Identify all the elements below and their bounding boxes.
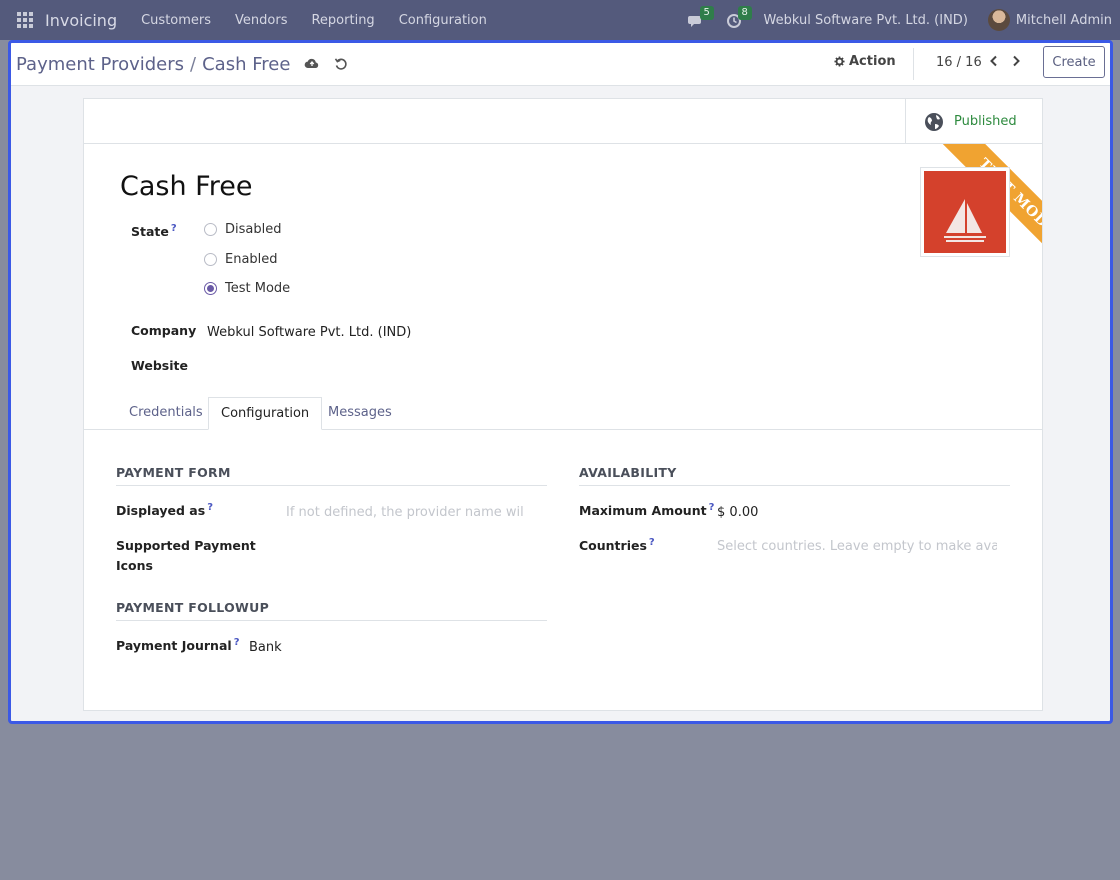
state-option-enabled-label: Enabled (225, 252, 278, 267)
state-help-icon[interactable]: ? (171, 223, 177, 234)
pager-next-icon[interactable] (1011, 55, 1021, 71)
state-option-test-mode[interactable]: Test Mode (204, 281, 290, 296)
globe-icon (925, 112, 943, 131)
discard-undo-icon[interactable] (334, 57, 348, 71)
payment-journal-help-icon[interactable]: ? (234, 637, 240, 648)
button-box: Published (84, 99, 1042, 144)
displayed-as-input[interactable]: If not defined, the provider name will b… (286, 505, 524, 520)
website-label: Website (131, 358, 188, 373)
displayed-as-help-icon[interactable]: ? (207, 502, 213, 513)
state-option-test-mode-label: Test Mode (225, 281, 291, 296)
breadcrumb: Payment Providers / Cash Free (16, 54, 348, 75)
save-cloud-icon[interactable] (304, 57, 320, 71)
maximum-amount-field[interactable]: $ 0.00 (717, 505, 758, 520)
maximum-amount-label-text: Maximum Amount (579, 503, 707, 519)
breadcrumb-current: Cash Free (202, 53, 291, 75)
radio-test-mode[interactable] (204, 282, 217, 295)
activities-button[interactable]: 8 (726, 6, 752, 30)
apps-grid-icon[interactable] (17, 12, 33, 28)
countries-help-icon[interactable]: ? (649, 537, 655, 548)
app-name[interactable]: Invoicing (45, 11, 117, 30)
menu-vendors[interactable]: Vendors (223, 13, 299, 28)
activities-count-badge: 8 (737, 6, 752, 20)
displayed-as-label-text: Displayed as (116, 503, 206, 519)
main-menu: Customers Vendors Reporting Configuratio… (129, 13, 499, 28)
pager-value[interactable]: 16 / 16 (936, 55, 982, 70)
form-view-frame: Payment Providers / Cash Free Action 16 … (8, 40, 1113, 724)
maximum-amount-label: Maximum Amount? (579, 502, 714, 518)
state-label: State? (131, 223, 177, 239)
provider-name-title[interactable]: Cash Free (120, 171, 252, 202)
action-menu-button[interactable]: Action (834, 54, 896, 69)
countries-label-text: Countries (579, 538, 647, 554)
countries-input[interactable]: Select countries. Leave empty to make av… (717, 539, 997, 554)
pager-previous-icon[interactable] (989, 55, 999, 71)
maximum-amount-help-icon[interactable]: ? (709, 502, 715, 513)
radio-enabled[interactable] (204, 253, 217, 266)
state-label-text: State (131, 224, 169, 240)
messages-button[interactable]: 5 (687, 6, 714, 30)
notebook-tabs: Credentials Configuration Messages (84, 397, 1042, 430)
messages-count-badge: 5 (699, 6, 714, 20)
tab-configuration[interactable]: Configuration (208, 397, 323, 430)
control-panel: Payment Providers / Cash Free Action 16 … (11, 43, 1110, 86)
create-button[interactable]: Create (1043, 46, 1105, 78)
user-menu[interactable]: Mitchell Admin (1016, 13, 1112, 28)
website-field[interactable] (207, 358, 507, 376)
state-option-disabled-label: Disabled (225, 222, 282, 237)
maximum-amount-value: 0.00 (729, 505, 759, 520)
payment-journal-label: Payment Journal? (116, 637, 240, 653)
company-field[interactable]: Webkul Software Pvt. Ltd. (IND) (207, 325, 411, 340)
tab-messages[interactable]: Messages (316, 397, 404, 430)
availability-group-title: AVAILABILITY (579, 465, 1010, 486)
menu-customers[interactable]: Customers (129, 13, 223, 28)
payment-journal-field[interactable]: Bank (249, 640, 282, 655)
countries-label: Countries? (579, 537, 655, 553)
company-label: Company (131, 323, 197, 338)
payment-followup-group-title: PAYMENT FOLLOWUP (116, 600, 547, 621)
user-avatar[interactable] (987, 9, 1010, 31)
published-toggle-button[interactable]: Published (905, 99, 1042, 144)
payment-journal-label-text: Payment Journal (116, 638, 232, 654)
currency-symbol: $ (717, 505, 726, 520)
gear-icon (834, 56, 845, 67)
state-option-enabled[interactable]: Enabled (204, 252, 278, 267)
state-option-disabled[interactable]: Disabled (204, 222, 281, 237)
payment-form-group-title: PAYMENT FORM (116, 465, 547, 486)
supported-icons-label-line2: Icons (116, 558, 153, 573)
top-navbar: Invoicing Customers Vendors Reporting Co… (0, 0, 1120, 40)
provider-logo-image (924, 171, 1006, 253)
pager-divider (913, 48, 914, 80)
supported-icons-label-line1: Supported Payment (116, 538, 256, 553)
provider-logo[interactable] (920, 167, 1010, 257)
breadcrumb-separator: / (190, 53, 197, 75)
displayed-as-label: Displayed as? (116, 502, 213, 518)
radio-disabled[interactable] (204, 223, 217, 236)
action-label: Action (849, 54, 896, 69)
form-sheet: Published TEST MODE Cash Free State? Dis… (83, 98, 1043, 711)
published-label: Published (954, 114, 1017, 129)
menu-reporting[interactable]: Reporting (299, 13, 386, 28)
company-switcher[interactable]: Webkul Software Pvt. Ltd. (IND) (764, 13, 968, 28)
systray: 5 8 Webkul Software Pvt. Ltd. (IND) Mitc… (687, 0, 1120, 40)
menu-configuration[interactable]: Configuration (387, 13, 499, 28)
breadcrumb-parent-link[interactable]: Payment Providers (16, 54, 184, 75)
tab-credentials[interactable]: Credentials (117, 397, 215, 430)
